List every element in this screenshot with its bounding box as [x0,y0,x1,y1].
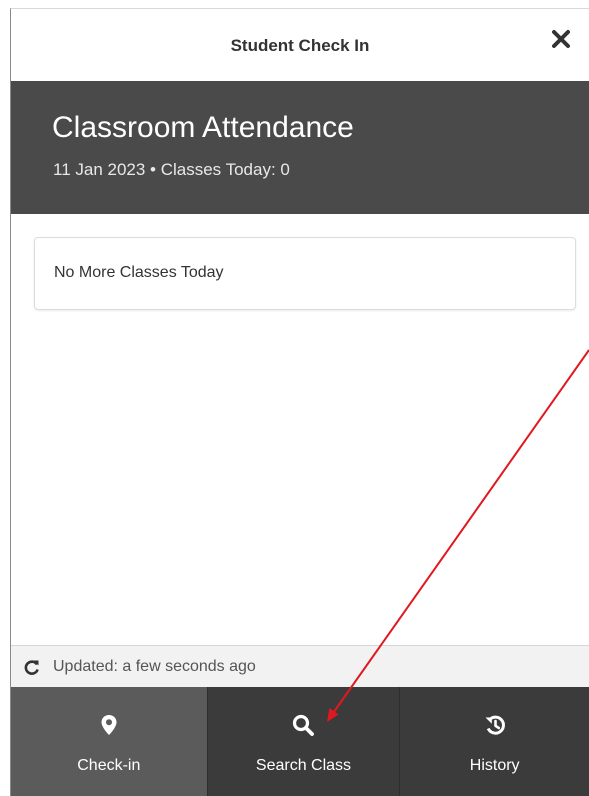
classes-card: No More Classes Today [34,237,576,310]
bottom-navigation: Check-in Search Class History [11,687,589,796]
close-icon[interactable] [551,29,571,49]
page-title: Classroom Attendance [52,111,354,144]
student-check-in-dialog: Student Check In Classroom Attendance 11… [10,8,589,796]
map-marker-icon [98,714,120,736]
search-icon [292,714,315,736]
update-status-bar: Updated: a few seconds ago [11,645,589,687]
history-icon [484,714,506,736]
nav-check-in[interactable]: Check-in [11,687,207,796]
no-classes-message: No More Classes Today [54,264,224,281]
nav-search-class[interactable]: Search Class [206,687,400,796]
nav-history-label: History [469,757,520,774]
dialog-title: Student Check In [230,36,370,55]
nav-check-in-label: Check-in [77,757,141,774]
dialog-titlebar: Student Check In [11,9,589,81]
updated-status-text: Updated: a few seconds ago [53,658,256,675]
attendance-header: Classroom Attendance 11 Jan 2023 • Class… [11,81,589,214]
page-subtitle: 11 Jan 2023 • Classes Today: 0 [53,160,290,179]
refresh-icon[interactable] [24,659,40,675]
nav-search-class-label: Search Class [255,757,352,774]
nav-history[interactable]: History [399,687,589,796]
